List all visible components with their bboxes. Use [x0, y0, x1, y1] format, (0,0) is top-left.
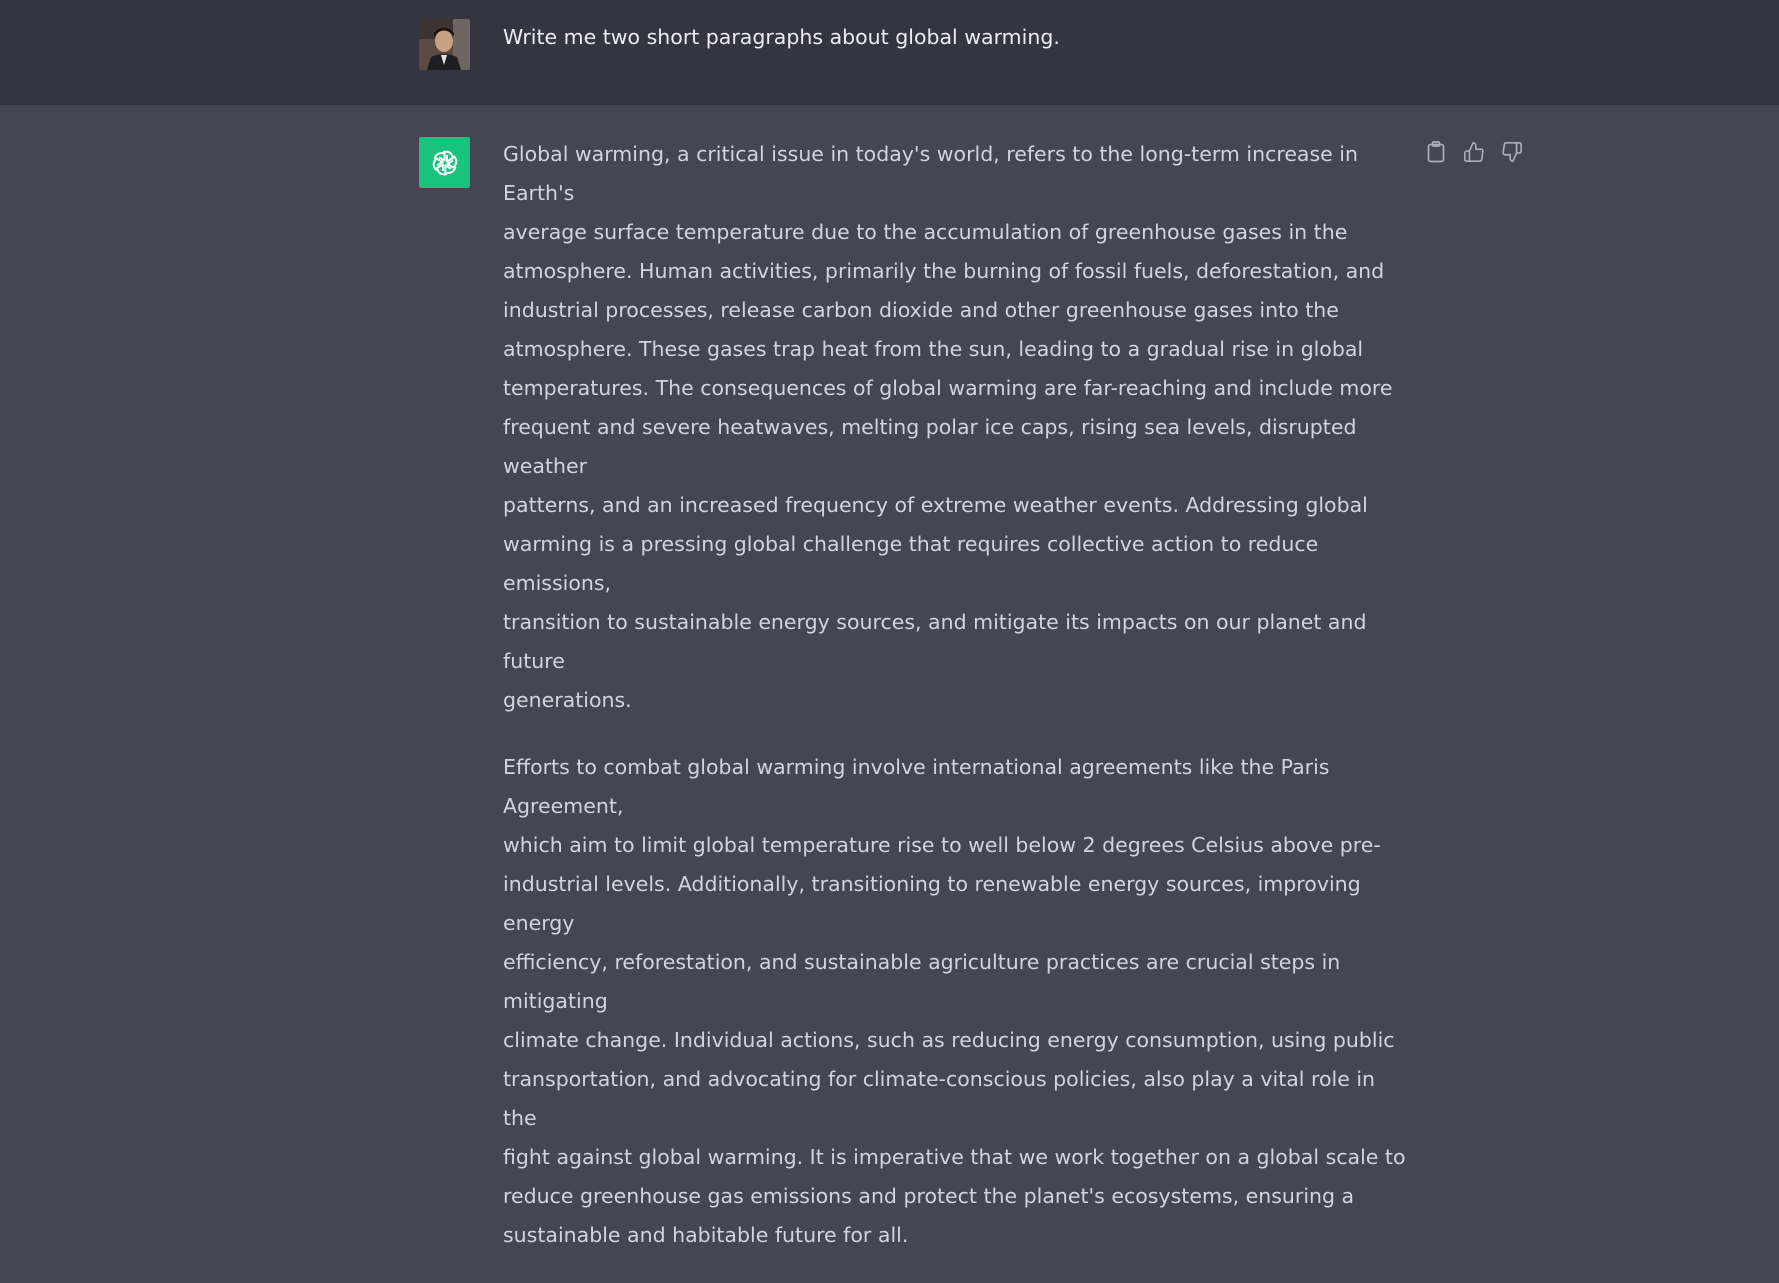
user-message-row: Write me two short paragraphs about glob…: [0, 0, 1779, 105]
user-avatar: [419, 19, 470, 70]
user-photo-avatar-icon: [419, 19, 470, 70]
thumbs-up-icon: [1464, 142, 1484, 162]
copy-button[interactable]: [1424, 140, 1448, 164]
clipboard-icon: [1427, 141, 1445, 163]
message-actions: [1424, 140, 1524, 164]
assistant-message-row: Global warming, a critical issue in toda…: [0, 105, 1779, 1247]
assistant-message-body: Global warming, a critical issue in toda…: [503, 135, 1413, 1283]
assistant-avatar: [419, 137, 470, 188]
thumbs-down-icon: [1502, 142, 1522, 162]
thumbs-down-button[interactable]: [1500, 140, 1524, 164]
answer-paragraph-2: Efforts to combat global warming involve…: [503, 755, 1406, 1247]
thumbs-up-button[interactable]: [1462, 140, 1486, 164]
answer-paragraph-1: Global warming, a critical issue in toda…: [503, 142, 1393, 712]
openai-logo-icon: [432, 150, 457, 175]
user-message-text: Write me two short paragraphs about glob…: [503, 25, 1060, 49]
